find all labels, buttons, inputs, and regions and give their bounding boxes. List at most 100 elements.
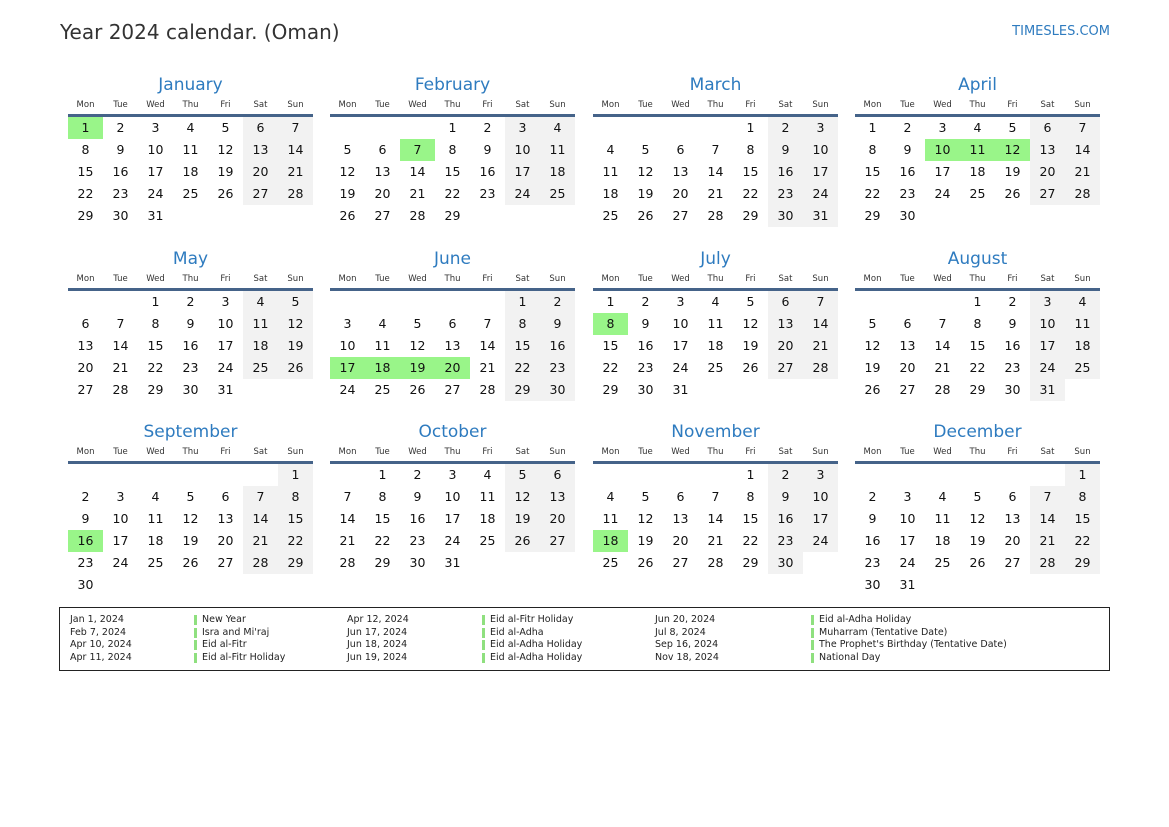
holiday-name-text: Eid al-Adha <box>490 626 544 638</box>
weekday-label: Tue <box>375 100 390 110</box>
legend-date-column: Jan 1, 2024 Feb 7, 2024 Apr 10, 2024 Apr 11… <box>70 614 132 664</box>
weekday-label: Sun <box>1074 447 1091 457</box>
day-cell: 31 <box>147 208 164 223</box>
weekday-label: Fri <box>1007 447 1018 457</box>
day-cell: 10 <box>899 511 916 526</box>
day-cell: 3 <box>505 117 540 139</box>
day-cell: 14 <box>112 338 129 353</box>
day-cell: 13 <box>672 164 689 179</box>
day-cell: 26 <box>217 186 234 201</box>
holiday-day-cell: 8 <box>593 313 628 335</box>
day-cell: 19 <box>864 360 881 375</box>
day-cell: 6 <box>378 142 387 157</box>
day-cell: 22 <box>742 186 759 201</box>
day-cell: 17 <box>1030 335 1065 357</box>
day-grid: 1 2 3 4 5 6 7 8 9 10 11 12 13 14 15 16 17 18 19 20 21 22 23 24 2… <box>855 291 1100 401</box>
empty-cell <box>330 464 365 486</box>
empty-cell <box>890 464 925 486</box>
weekday-label: Thu <box>444 274 461 284</box>
holiday-day-cell: 7 <box>400 139 435 161</box>
day-cell: 31 <box>444 555 461 570</box>
day-cell: 24 <box>217 360 234 375</box>
month-name: September <box>143 422 238 442</box>
day-cell: 7 <box>278 117 313 139</box>
day-cell: 28 <box>1030 552 1065 574</box>
day-cell: 8 <box>868 142 877 157</box>
day-cell: 19 <box>339 186 356 201</box>
weekday-label: Fri <box>482 274 493 284</box>
day-cell: 30 <box>1004 382 1021 397</box>
day-cell: 22 <box>742 533 759 548</box>
day-cell: 23 <box>899 186 916 201</box>
day-cell: 18 <box>602 186 619 201</box>
day-cell: 29 <box>742 208 759 223</box>
holiday-day-cell: 12 <box>995 139 1030 161</box>
day-grid: 1 2 3 4 5 6 7 8 9 10 11 12 13 14 15 16 17 18 19 20 21 22 23 24 2… <box>593 117 838 227</box>
day-cell: 26 <box>1004 186 1021 201</box>
day-cell: 23 <box>112 186 129 201</box>
weekday-label: Tue <box>638 100 653 110</box>
day-cell: 21 <box>278 161 313 183</box>
legend-holiday-name: Eid al-Adha Holiday <box>482 639 582 652</box>
day-cell: 3 <box>116 489 125 504</box>
weekday-label: Sun <box>549 274 566 284</box>
weekday-header: Mon Tue Wed Thu Fri Sat Sun <box>593 98 838 117</box>
empty-cell <box>400 291 435 313</box>
day-cell: 3 <box>343 316 352 331</box>
day-cell: 15 <box>969 338 986 353</box>
month-december: December Mon Tue Wed Thu Fri Sat Sun 1 2 3 4 5 6 7 8 9 10… <box>855 421 1100 596</box>
weekday-label: Wed <box>671 274 690 284</box>
legend-date: Nov 18, 2024 <box>655 651 719 663</box>
legend-date: Apr 10, 2024 <box>70 639 132 650</box>
day-cell: 18 <box>182 164 199 179</box>
day-cell: 15 <box>278 508 313 530</box>
day-cell: 14 <box>707 164 724 179</box>
weekday-label: Sat <box>1040 274 1055 284</box>
weekday-header: Mon Tue Wed Thu Fri Sat Sun <box>330 272 575 291</box>
day-cell: 23 <box>1004 360 1021 375</box>
day-cell: 6 <box>903 316 912 331</box>
day-cell: 20 <box>217 533 234 548</box>
weekday-label: Sun <box>549 447 566 457</box>
day-cell: 5 <box>641 142 650 157</box>
day-cell: 29 <box>1065 552 1100 574</box>
weekday-label: Mon <box>863 274 882 284</box>
day-cell: 20 <box>374 186 391 201</box>
weekday-label: Thu <box>969 274 986 284</box>
day-cell: 25 <box>243 357 278 379</box>
day-cell: 19 <box>1004 164 1021 179</box>
day-cell: 2 <box>868 489 877 504</box>
day-cell: 6 <box>243 117 278 139</box>
legend-date: Jun 17, 2024 <box>347 626 408 638</box>
day-cell: 12 <box>339 164 356 179</box>
day-cell: 19 <box>278 335 313 357</box>
day-cell: 28 <box>707 555 724 570</box>
legend-holiday-name: Eid al-Fitr <box>194 639 285 652</box>
holiday-name-text: Eid al-Adha Holiday <box>819 614 912 625</box>
weekday-label: Wed <box>671 100 690 110</box>
day-cell: 28 <box>409 208 426 223</box>
day-cell: 1 <box>1065 464 1100 486</box>
empty-cell <box>68 464 103 486</box>
weekday-label: Thu <box>182 274 199 284</box>
day-cell: 11 <box>602 511 619 526</box>
day-cell: 23 <box>409 533 426 548</box>
site-link[interactable]: TIMESLES.COM <box>1012 24 1110 39</box>
day-cell: 6 <box>676 489 685 504</box>
day-cell: 10 <box>803 486 838 508</box>
month-april: April Mon Tue Wed Thu Fri Sat Sun 1 2 3 4 5 6 7 8 9 10 11 1… <box>855 74 1100 227</box>
day-cell: 18 <box>707 338 724 353</box>
empty-cell <box>330 291 365 313</box>
day-cell: 10 <box>505 139 540 161</box>
day-cell: 25 <box>182 186 199 201</box>
day-cell: 13 <box>217 511 234 526</box>
weekday-label: Sun <box>1074 274 1091 284</box>
day-cell: 2 <box>1008 294 1017 309</box>
day-cell: 25 <box>602 555 619 570</box>
holiday-color-marker <box>194 615 197 626</box>
holiday-day-cell: 20 <box>435 357 470 379</box>
weekday-label: Sat <box>253 100 268 110</box>
day-cell: 18 <box>1065 335 1100 357</box>
day-cell: 25 <box>147 555 164 570</box>
day-cell: 7 <box>1030 486 1065 508</box>
